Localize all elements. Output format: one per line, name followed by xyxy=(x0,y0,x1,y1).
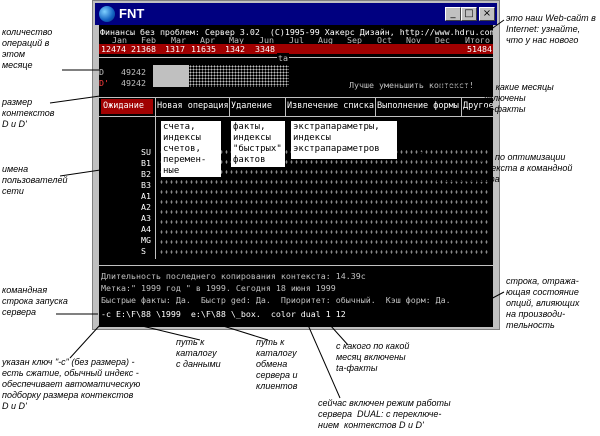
leader-lines xyxy=(49,19,505,399)
